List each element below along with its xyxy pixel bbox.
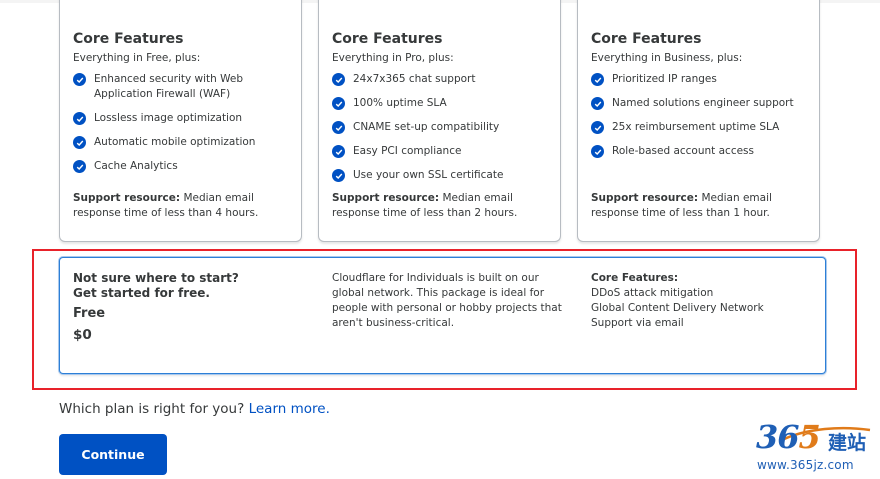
free-plan-description: Cloudflare for Individuals is built on o… xyxy=(332,272,562,329)
check-circle-icon xyxy=(332,169,345,182)
plan-heading: Core Features xyxy=(591,31,702,47)
support-resource: Support resource: Median email response … xyxy=(332,192,518,219)
feature-list: Prioritized IP ranges Named solutions en… xyxy=(591,72,811,168)
list-item: 24x7x365 chat support xyxy=(332,72,552,87)
list-item: Role-based account access xyxy=(591,144,811,159)
plan-card-pro: Core Features Everything in Free, plus: … xyxy=(59,0,302,242)
plan-card-enterprise: Core Features Everything in Business, pl… xyxy=(577,0,820,242)
free-plan-prompt: Not sure where to start? Get started for… xyxy=(73,271,239,300)
plan-intro: Everything in Business, plus: xyxy=(591,52,743,64)
plan-heading: Core Features xyxy=(332,31,443,47)
check-circle-icon xyxy=(332,145,345,158)
list-item: CNAME set-up compatibility xyxy=(332,120,552,135)
check-circle-icon xyxy=(73,73,86,86)
check-circle-icon xyxy=(73,160,86,173)
list-item: Named solutions engineer support xyxy=(591,96,811,111)
plan-heading: Core Features xyxy=(73,31,184,47)
support-resource: Support resource: Median email response … xyxy=(591,192,772,219)
free-plan-core-features: Core Features: DDoS attack mitigation Gl… xyxy=(591,271,811,331)
list-item: Easy PCI compliance xyxy=(332,144,552,159)
feature-list: 24x7x365 chat support 100% uptime SLA CN… xyxy=(332,72,552,192)
list-item: Prioritized IP ranges xyxy=(591,72,811,87)
list-item: Use your own SSL certificate xyxy=(332,168,552,183)
free-plan-price: $0 xyxy=(73,327,92,343)
learn-more-link[interactable]: Learn more. xyxy=(249,401,330,417)
free-plan-card[interactable]: Not sure where to start? Get started for… xyxy=(59,257,826,374)
feature-list: Enhanced security with Web Application F… xyxy=(73,72,293,183)
list-item: Support via email xyxy=(591,317,684,329)
plan-intro: Everything in Free, plus: xyxy=(73,52,201,64)
free-plan-name: Free xyxy=(73,306,106,321)
list-item: Cache Analytics xyxy=(73,159,293,174)
list-item: Lossless image optimization xyxy=(73,111,293,126)
plan-help-text: Which plan is right for you? Learn more. xyxy=(59,401,330,417)
list-item: DDoS attack mitigation xyxy=(591,287,714,299)
check-circle-icon xyxy=(332,121,345,134)
continue-button[interactable]: Continue xyxy=(59,434,167,475)
check-circle-icon xyxy=(332,73,345,86)
list-item: 25x reimbursement uptime SLA xyxy=(591,120,811,135)
check-circle-icon xyxy=(591,97,604,110)
list-item: 100% uptime SLA xyxy=(332,96,552,111)
check-circle-icon xyxy=(591,73,604,86)
check-circle-icon xyxy=(73,112,86,125)
plan-intro: Everything in Pro, plus: xyxy=(332,52,454,64)
list-item: Global Content Delivery Network xyxy=(591,302,764,314)
check-circle-icon xyxy=(591,121,604,134)
list-item: Enhanced security with Web Application F… xyxy=(73,72,293,102)
plan-card-business: Core Features Everything in Pro, plus: 2… xyxy=(318,0,561,242)
list-item: Automatic mobile optimization xyxy=(73,135,293,150)
support-resource: Support resource: Median email response … xyxy=(73,192,259,219)
check-circle-icon xyxy=(73,136,86,149)
check-circle-icon xyxy=(591,145,604,158)
check-circle-icon xyxy=(332,97,345,110)
watermark-logo: 365 建站 www.365jz.com xyxy=(752,418,876,476)
